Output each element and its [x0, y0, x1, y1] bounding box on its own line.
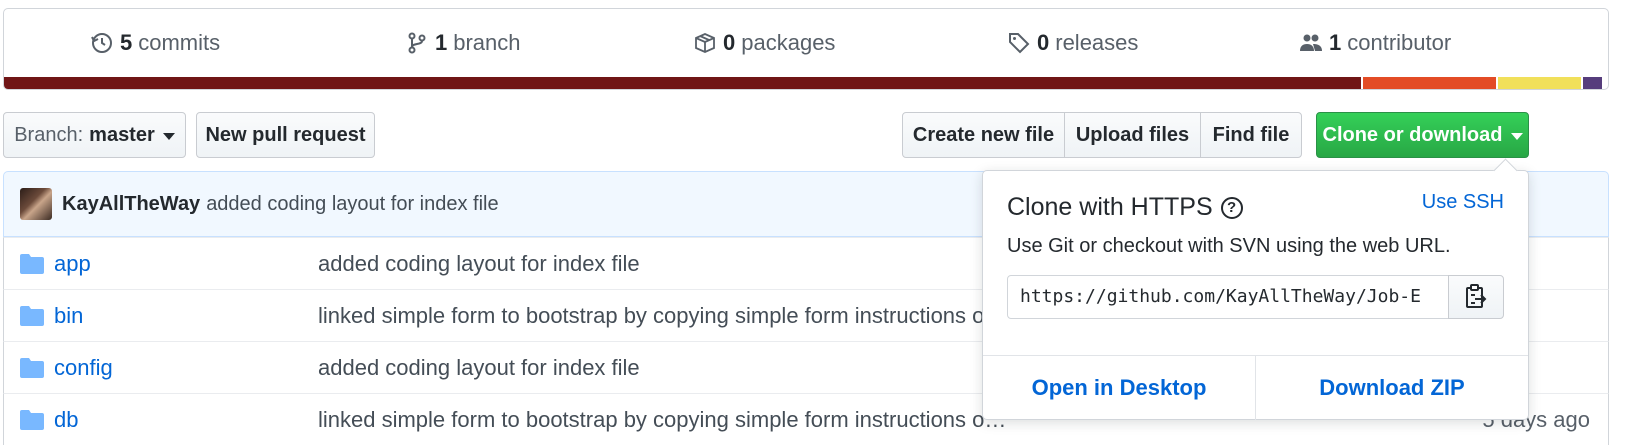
create-new-file-button[interactable]: Create new file [902, 112, 1065, 158]
open-in-desktop-button[interactable]: Open in Desktop [983, 356, 1255, 420]
commit-author[interactable]: KayAllTheWay [62, 193, 200, 216]
file-name-link[interactable]: app [54, 251, 318, 277]
find-file-button[interactable]: Find file [1200, 112, 1302, 158]
upload-files-button[interactable]: Upload files [1064, 112, 1201, 158]
people-icon [1300, 34, 1322, 51]
releases-count: 0 [1037, 29, 1050, 55]
commit-message[interactable]: added coding layout for index file [206, 193, 498, 216]
branch-select-button[interactable]: Branch: master [3, 112, 186, 158]
create-new-file-label: Create new file [912, 123, 1055, 146]
commits-link[interactable]: 5 commits [90, 9, 220, 76]
commits-count: 5 [120, 29, 133, 55]
copy-url-button[interactable] [1448, 275, 1504, 319]
packages-count: 0 [723, 29, 736, 55]
clone-description: Use Git or checkout with SVN using the w… [1007, 235, 1451, 257]
file-commit-message[interactable]: added coding layout for index file [318, 251, 640, 277]
file-commit-message[interactable]: linked simple form to bootstrap by copyi… [318, 303, 1006, 329]
clone-title-text: Clone with HTTPS [1007, 193, 1213, 221]
branches-link[interactable]: 1 branch [405, 9, 521, 76]
clone-url-input[interactable]: https://github.com/KayAllTheWay/Job-E [1007, 275, 1449, 319]
folder-icon [20, 305, 44, 326]
upload-files-label: Upload files [1075, 123, 1190, 146]
contributors-link[interactable]: 1 contributor [1299, 9, 1451, 76]
chevron-down-icon [1510, 132, 1523, 140]
clone-or-download-label: Clone or download [1322, 123, 1503, 146]
contributors-label: contributor [1347, 29, 1452, 55]
find-file-label: Find file [1212, 123, 1290, 146]
language-segment[interactable] [1360, 77, 1496, 89]
chevron-down-icon [162, 132, 175, 140]
branches-label: branch [453, 29, 521, 55]
tag-icon [1009, 32, 1030, 53]
branch-name: master [89, 123, 155, 146]
folder-icon [20, 409, 44, 430]
folder-icon [20, 253, 44, 274]
new-pull-request-button[interactable]: New pull request [196, 112, 375, 158]
repo-summary-bar: 5 commits 1 branch 0 packages 0 releases… [3, 8, 1609, 90]
new-pull-request-label: New pull request [205, 123, 366, 146]
language-segment[interactable] [1495, 77, 1581, 89]
file-commit-message[interactable]: linked simple form to bootstrap by copyi… [318, 407, 1006, 433]
language-bar[interactable] [4, 77, 1608, 89]
avatar[interactable] [20, 188, 52, 220]
git-branch-icon [408, 32, 426, 53]
help-icon[interactable]: ? [1220, 196, 1243, 219]
clone-or-download-button[interactable]: Clone or download [1316, 112, 1529, 158]
branch-prefix: Branch: [14, 123, 84, 146]
file-name-link[interactable]: config [54, 355, 318, 381]
file-name-link[interactable]: bin [54, 303, 318, 329]
packages-label: packages [741, 29, 836, 55]
packages-link[interactable]: 0 packages [693, 9, 835, 76]
language-segment[interactable] [1580, 77, 1602, 89]
package-icon [695, 32, 715, 53]
clone-actions: Open in Desktop Download ZIP [983, 355, 1528, 420]
clone-popover: Clone with HTTPS ? Use SSH Use Git or ch… [982, 170, 1529, 420]
use-ssh-link[interactable]: Use SSH [1422, 191, 1504, 214]
releases-label: releases [1055, 29, 1139, 55]
releases-link[interactable]: 0 releases [1007, 9, 1138, 76]
folder-icon [20, 357, 44, 378]
file-commit-message[interactable]: added coding layout for index file [318, 355, 640, 381]
language-segment[interactable] [4, 77, 1361, 89]
history-icon [91, 32, 112, 53]
clipboard-icon [1466, 284, 1487, 308]
branches-count: 1 [435, 29, 448, 55]
clone-title: Clone with HTTPS ? [1007, 193, 1243, 222]
download-zip-button[interactable]: Download ZIP [1255, 356, 1528, 420]
commits-label: commits [138, 29, 221, 55]
contributors-count: 1 [1329, 29, 1342, 55]
file-name-link[interactable]: db [54, 407, 318, 433]
